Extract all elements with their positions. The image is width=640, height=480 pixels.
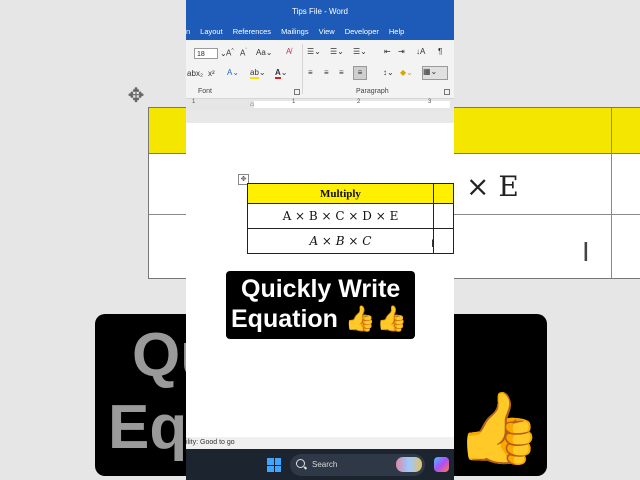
tab-help[interactable]: Help	[389, 27, 404, 36]
taskbar: Search	[186, 449, 454, 480]
numbering-icon[interactable]: ☰⌄	[330, 47, 344, 56]
tab-references[interactable]: References	[233, 27, 271, 36]
table-header-cell[interactable]: Multiply	[247, 183, 434, 204]
window-title: Tips File - Word	[186, 0, 454, 22]
align-center-icon[interactable]: ≡	[324, 68, 329, 77]
strikethrough-icon[interactable]: ab	[187, 69, 196, 78]
line-spacing-icon[interactable]: ↕⌄	[383, 68, 394, 77]
tab-insert[interactable]: n	[186, 27, 190, 36]
equation-cell-italic[interactable]: A × B × C	[247, 228, 434, 254]
superscript-icon[interactable]: x²	[208, 69, 215, 78]
align-right-icon[interactable]: ≡	[339, 68, 344, 77]
paragraph-dialog-launcher-icon[interactable]	[444, 89, 450, 95]
background-equation: × E	[466, 170, 519, 203]
show-formatting-marks-icon[interactable]: ¶	[438, 47, 442, 56]
ribbon: 18 ⌄ A^ Aˇ Aa⌄ A̸ ab x₂ x² A⌄ ab⌄ A⌄ Fon…	[186, 40, 454, 99]
tab-layout[interactable]: Layout	[200, 27, 223, 36]
indent-marker-icon[interactable]: ⌂	[250, 99, 256, 110]
ruler-text-area	[254, 101, 450, 108]
ruler-number: 3	[428, 99, 432, 105]
bullets-icon[interactable]: ☰⌄	[307, 47, 321, 56]
shrink-font-icon[interactable]: Aˇ	[240, 48, 247, 58]
background-move-icon: ✥	[127, 85, 145, 107]
shading-icon[interactable]: ◆⌄	[400, 68, 413, 77]
paragraph-group-label: Paragraph	[356, 88, 389, 95]
align-left-icon[interactable]: ≡	[308, 68, 313, 77]
search-highlight-icon	[396, 457, 422, 472]
ruler-number: 1	[192, 99, 196, 105]
decrease-indent-icon[interactable]: ⇤	[384, 47, 391, 56]
windows-start-icon[interactable]	[267, 458, 281, 472]
subscript-icon[interactable]: x₂	[196, 69, 203, 78]
status-bar: ility: Good to go	[186, 437, 454, 449]
table-cell-empty[interactable]	[432, 228, 454, 254]
multiply-table[interactable]: Multiply A × B × C × D × E A × B × C	[247, 183, 454, 254]
background-thumbs-up-icon: 👍	[455, 389, 543, 467]
copilot-icon[interactable]	[434, 457, 449, 472]
ribbon-divider	[302, 44, 303, 94]
ibeam-cursor-icon: I	[431, 238, 435, 250]
equation-cell[interactable]: A × B × C × D × E	[247, 203, 434, 229]
multilevel-list-icon[interactable]: ☰⌄	[353, 47, 367, 56]
search-icon	[296, 459, 305, 468]
ruler-number: 1	[292, 99, 296, 105]
caption-line-1: Quickly Write	[241, 275, 401, 303]
font-group-label: Font	[198, 88, 213, 95]
tab-mailings[interactable]: Mailings	[281, 27, 309, 36]
background-ibeam-icon: I	[582, 238, 590, 268]
font-size-field[interactable]: 18	[194, 48, 218, 59]
accessibility-status[interactable]: ility: Good to go	[186, 439, 235, 446]
tab-view[interactable]: View	[319, 27, 335, 36]
grow-font-icon[interactable]: A^	[226, 48, 234, 58]
sort-icon[interactable]: ↓A	[416, 47, 425, 56]
increase-indent-icon[interactable]: ⇥	[398, 47, 405, 56]
ribbon-tabs: n Layout References Mailings View Develo…	[186, 22, 454, 40]
tab-developer[interactable]: Developer	[345, 27, 379, 36]
borders-icon[interactable]: ▦⌄	[422, 66, 448, 80]
background-table-colline	[611, 108, 612, 278]
highlight-color-icon[interactable]: ab⌄	[250, 68, 266, 79]
table-cell-empty[interactable]	[432, 203, 454, 229]
font-color-icon[interactable]: A⌄	[275, 68, 287, 79]
ruler-number: 2	[357, 99, 361, 105]
change-case-icon[interactable]: Aa⌄	[256, 48, 273, 57]
word-window: Tips File - Word n Layout References Mai…	[186, 0, 454, 480]
font-dialog-launcher-icon[interactable]	[294, 89, 300, 95]
clear-formatting-icon[interactable]: A̸	[286, 47, 291, 56]
table-header-cell-empty[interactable]	[432, 183, 454, 204]
caption-line-2: Equation 👍👍	[231, 305, 408, 333]
caption-overlay: Quickly Write Equation 👍👍	[226, 271, 415, 339]
justify-icon[interactable]: ≡	[353, 66, 367, 80]
text-effects-icon[interactable]: A⌄	[227, 68, 239, 77]
